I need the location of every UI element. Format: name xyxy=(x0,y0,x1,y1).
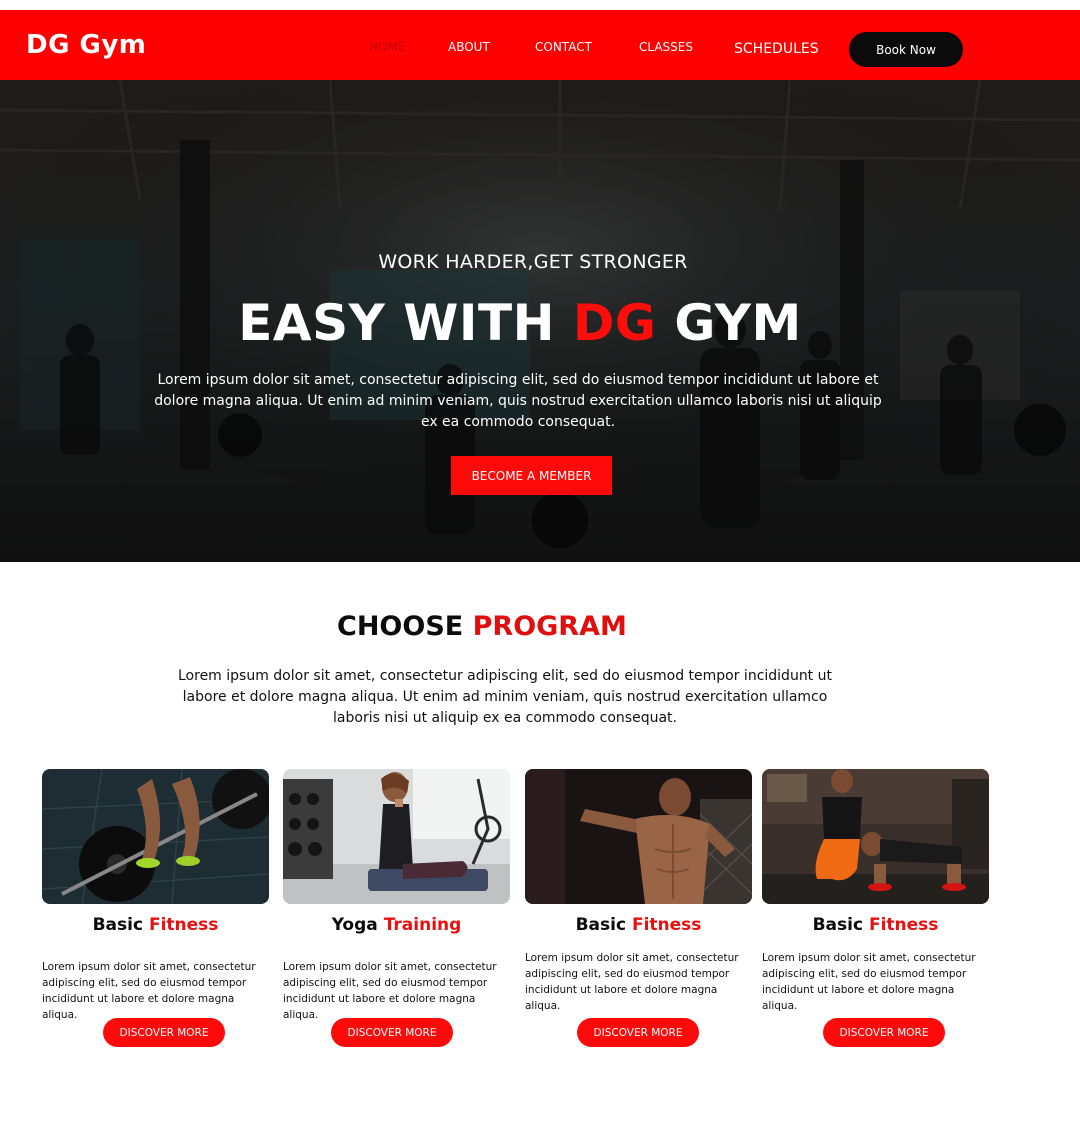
section-title: CHOOSE PROGRAM xyxy=(337,611,627,642)
program-card: Yoga Training Lorem ipsum dolor sit amet… xyxy=(283,769,510,1059)
section-title-highlight: PROGRAM xyxy=(472,611,627,642)
program-description: Lorem ipsum dolor sit amet, consectetur … xyxy=(42,961,256,1021)
program-image-trainer xyxy=(762,769,989,904)
program-card: Basic Fitness Lorem ipsum dolor sit amet… xyxy=(762,769,989,1059)
program-description: Lorem ipsum dolor sit amet, consectetur … xyxy=(525,952,739,1012)
section-description: Lorem ipsum dolor sit amet, consectetur … xyxy=(178,668,832,726)
program-title: Basic Fitness xyxy=(92,915,219,935)
discover-more-button[interactable]: DISCOVER MORE xyxy=(577,1018,699,1047)
program-card: Basic Fitness Lorem ipsum dolor sit amet… xyxy=(42,769,269,1059)
site-logo[interactable]: DG Gym xyxy=(26,30,146,60)
discover-more-button[interactable]: DISCOVER MORE xyxy=(331,1018,453,1047)
hero-section: WORK HARDER,GET STRONGER EASY WITH DG GY… xyxy=(0,80,1080,562)
hero-tagline: WORK HARDER,GET STRONGER xyxy=(378,251,688,273)
nav-home[interactable]: HOME xyxy=(369,40,405,54)
program-description: Lorem ipsum dolor sit amet, consectetur … xyxy=(283,961,497,1021)
nav-contact[interactable]: CONTACT xyxy=(535,40,592,54)
hero-title-highlight: DG xyxy=(572,294,657,352)
program-image-bodybuilder xyxy=(525,769,752,904)
hero-description: Lorem ipsum dolor sit amet, consectetur … xyxy=(154,372,882,430)
top-navbar: DG Gym HOME ABOUT CONTACT CLASSES SCHEDU… xyxy=(0,10,1080,80)
nav-schedules[interactable]: SCHEDULES xyxy=(734,41,819,57)
hero-title: EASY WITH DG GYM xyxy=(238,294,802,352)
book-now-button[interactable]: Book Now xyxy=(849,32,963,67)
discover-more-button[interactable]: DISCOVER MORE xyxy=(103,1018,225,1047)
program-card: Basic Fitness Lorem ipsum dolor sit amet… xyxy=(525,769,752,1059)
program-title: Yoga Training xyxy=(331,915,462,935)
program-description: Lorem ipsum dolor sit amet, consectetur … xyxy=(762,952,976,1012)
discover-more-button[interactable]: DISCOVER MORE xyxy=(823,1018,945,1047)
nav-classes[interactable]: CLASSES xyxy=(639,40,693,54)
program-image-yoga xyxy=(283,769,510,904)
nav-about[interactable]: ABOUT xyxy=(448,40,490,54)
program-title: Basic Fitness xyxy=(812,915,939,935)
program-title: Basic Fitness xyxy=(575,915,702,935)
program-image-weightlifting xyxy=(42,769,269,904)
become-member-button[interactable]: BECOME A MEMBER xyxy=(451,456,612,495)
